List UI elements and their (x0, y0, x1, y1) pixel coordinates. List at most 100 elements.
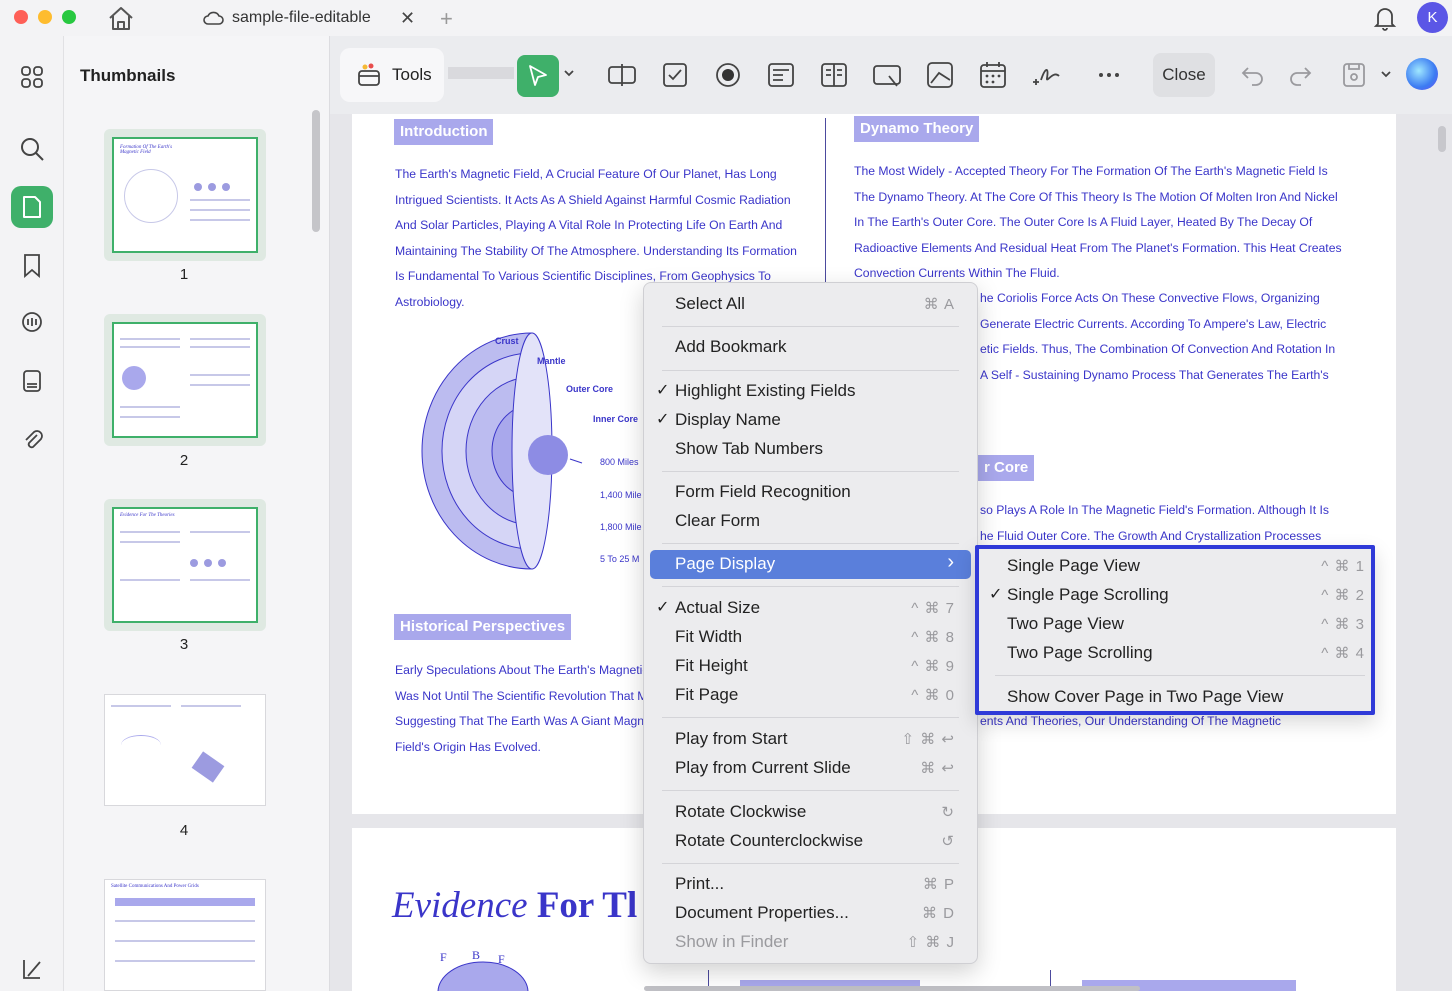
home-icon[interactable] (106, 4, 136, 32)
menu-item-fit-height[interactable]: Fit Height ^ ⌘ 9 (650, 652, 971, 681)
layers-button[interactable] (11, 948, 53, 990)
menu-item-add-bookmark[interactable]: Add Bookmark (650, 333, 971, 362)
submenu-item-single-page-scrolling[interactable]: ✓ Single Page Scrolling ^ ⌘ 2 (983, 581, 1369, 610)
menu-item-highlight-fields[interactable]: ✓ Highlight Existing Fields (650, 377, 971, 406)
combo-box-icon[interactable] (764, 58, 798, 92)
menu-item-play-from-start[interactable]: Play from Start ⇧ ⌘ ↩ (650, 725, 971, 754)
menu-separator (662, 790, 959, 791)
ai-assistant-icon[interactable] (1406, 58, 1438, 90)
menu-item-fit-page[interactable]: Fit Page ^ ⌘ 0 (650, 681, 971, 710)
thumbnail-number: 4 (179, 822, 189, 839)
menu-separator (662, 370, 959, 371)
menu-item-select-all[interactable]: Select All ⌘ A (650, 290, 971, 319)
menu-item-clear-form[interactable]: Clear Form (650, 507, 971, 536)
paperclip-icon (25, 430, 43, 449)
search-icon (21, 138, 44, 161)
menu-separator (662, 586, 959, 587)
forms-button[interactable] (11, 360, 53, 402)
menu-item-print[interactable]: Print... ⌘ P (650, 870, 971, 899)
label-outer-core: Outer Core (566, 384, 614, 394)
grid-apps-button[interactable] (11, 56, 53, 98)
label-mantle: Mantle (537, 356, 566, 366)
submenu-item-show-cover-page[interactable]: Show Cover Page in Two Page View (983, 683, 1369, 712)
thumbnail-graphic (124, 169, 178, 223)
window-close-button[interactable] (14, 10, 28, 24)
menu-item-play-from-current[interactable]: Play from Current Slide ⌘ ↩ (650, 754, 971, 783)
redo-icon[interactable] (1283, 58, 1317, 92)
thumbnail-page-3[interactable]: Evidence For The Theories (104, 499, 266, 631)
tools-label: Tools (392, 65, 432, 84)
select-tool-button[interactable] (517, 55, 559, 97)
thumbnails-panel: Thumbnails Formation Of The Earth's Magn… (64, 36, 330, 991)
checkbox-icon[interactable] (658, 58, 692, 92)
search-button[interactable] (11, 128, 53, 170)
page-icon (23, 196, 41, 218)
tab-close-icon[interactable]: ✕ (400, 8, 415, 29)
menu-item-rotate-counterclockwise[interactable]: Rotate Counterclockwise ↺ (650, 827, 971, 856)
thumbnails-button[interactable] (11, 186, 53, 228)
menu-item-display-name[interactable]: ✓ Display Name (650, 406, 971, 435)
comments-button[interactable] (11, 302, 53, 344)
list-box-icon[interactable] (817, 58, 851, 92)
menu-separator (662, 326, 959, 327)
menu-separator (662, 717, 959, 718)
user-avatar[interactable]: K (1417, 2, 1448, 33)
new-tab-button[interactable]: + (440, 6, 453, 32)
menu-item-show-tab-numbers[interactable]: Show Tab Numbers (650, 435, 971, 464)
submenu-item-two-page-view[interactable]: Two Page View ^ ⌘ 3 (983, 610, 1369, 639)
menu-item-document-properties[interactable]: Document Properties... ⌘ D (650, 899, 971, 928)
vertical-scrollbar[interactable] (1438, 126, 1446, 152)
save-icon[interactable] (1337, 58, 1371, 92)
submenu-item-single-page-view[interactable]: Single Page View ^ ⌘ 1 (983, 552, 1369, 581)
thumbnails-title: Thumbnails (80, 66, 176, 85)
bookmark-icon (24, 254, 40, 278)
menu-separator (662, 543, 959, 544)
inner-core-heading: r Core (978, 455, 1035, 481)
radio-button-icon[interactable] (711, 58, 745, 92)
label-distance-4: 5 To 25 M (600, 554, 640, 564)
thumbnail-page-4[interactable] (104, 694, 266, 806)
thumbnail-title: Evidence For The Theories (120, 513, 175, 518)
ok-button-icon[interactable] (870, 58, 904, 92)
historical-text: Early Speculations About The Earth's Mag… (395, 663, 645, 754)
bell-icon[interactable] (1372, 4, 1398, 32)
undo-icon[interactable] (1236, 58, 1270, 92)
thumbnail-page-2[interactable] (104, 314, 266, 446)
grid-icon (21, 66, 43, 88)
label-distance-1: 800 Miles (600, 457, 639, 467)
menu-item-page-display[interactable]: Page Display › (650, 550, 971, 579)
thumbnail-number: 3 (179, 636, 189, 653)
dynamo-text-continued: he Coriolis Force Acts On These Convecti… (980, 291, 1336, 382)
menu-item-rotate-clockwise[interactable]: Rotate Clockwise ↻ (650, 798, 971, 827)
page-display-submenu: Single Page View ^ ⌘ 1 ✓ Single Page Scrol… (975, 545, 1375, 715)
tools-button[interactable]: Tools (340, 48, 444, 102)
rotate-clockwise-icon: ↻ (941, 804, 955, 821)
menu-item-fit-width[interactable]: Fit Width ^ ⌘ 8 (650, 623, 971, 652)
menu-separator (662, 471, 959, 472)
inner-core-text: so Plays A Role In The Magnetic Field's … (980, 503, 1329, 543)
horizontal-scrollbar[interactable] (644, 986, 1140, 991)
bookmarks-button[interactable] (11, 244, 53, 286)
image-field-icon[interactable] (923, 58, 957, 92)
attachments-button[interactable] (11, 418, 53, 460)
close-button[interactable]: Close (1153, 53, 1215, 97)
thumbnails-scrollbar[interactable] (312, 110, 320, 232)
thumbnail-page-1[interactable]: Formation Of The Earth's Magnetic Field (104, 129, 266, 261)
thumbnail-page-5[interactable]: Satellite Communications And Power Grids (104, 879, 266, 991)
text-field-icon[interactable] (605, 58, 639, 92)
calendar-icon[interactable] (976, 58, 1010, 92)
historical-heading: Historical Perspectives (394, 614, 572, 640)
signature-icon[interactable] (1029, 58, 1063, 92)
document-tab[interactable]: sample-file-editable ✕ (196, 0, 426, 36)
more-icon[interactable] (1092, 58, 1126, 92)
label-crust: Crust (495, 336, 519, 346)
chevron-down-icon[interactable] (1379, 67, 1393, 81)
menu-item-show-in-finder: Show in Finder ⇧ ⌘ J (675, 932, 955, 951)
submenu-item-two-page-scrolling[interactable]: Two Page Scrolling ^ ⌘ 4 (983, 639, 1369, 668)
window-zoom-button[interactable] (62, 10, 76, 24)
window-minimize-button[interactable] (38, 10, 52, 24)
column-divider (825, 118, 826, 288)
menu-item-form-field-recognition[interactable]: Form Field Recognition (650, 478, 971, 507)
chevron-down-icon[interactable] (562, 66, 576, 80)
menu-item-actual-size[interactable]: ✓ Actual Size ^ ⌘ 7 (650, 594, 971, 623)
